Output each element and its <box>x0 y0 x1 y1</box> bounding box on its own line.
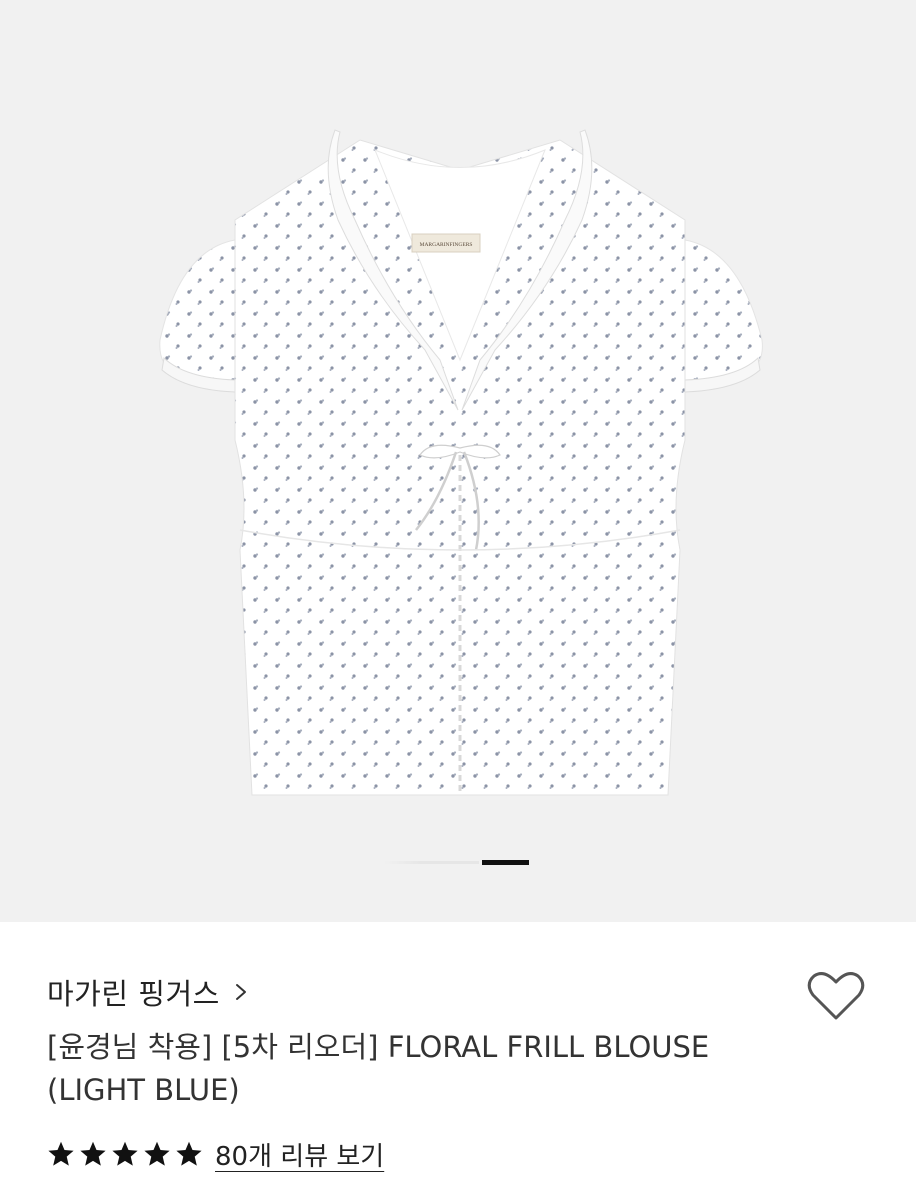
product-title: [윤경님 착용] [5차 리오더] FLORAL FRILL BLOUSE (L… <box>47 1030 710 1107</box>
review-link[interactable]: 80개 리뷰 보기 <box>215 1136 384 1173</box>
product-info: 마가린 핑거스 [윤경님 착용] [5차 리오더] FLORAL FRILL B… <box>0 922 916 1200</box>
rating-row: 80개 리뷰 보기 <box>47 1134 384 1174</box>
indicator-active-segment <box>482 860 529 865</box>
product-detail-page: MARGARINFINGERS 마가린 핑거스 [윤경님 착용] [5차 리오더… <box>0 0 916 1200</box>
star-filled-icon <box>144 1141 170 1166</box>
carousel-indicator[interactable] <box>384 860 529 865</box>
product-image: MARGARINFINGERS <box>159 129 763 796</box>
indicator-track <box>384 861 479 864</box>
chevron-right-icon <box>235 984 246 1000</box>
product-image-carousel[interactable]: MARGARINFINGERS <box>0 0 916 922</box>
star-filled-icon <box>112 1141 138 1166</box>
brand-name: 마가린 핑거스 <box>47 977 220 1011</box>
star-rating <box>47 1140 203 1168</box>
star-filled-icon <box>48 1141 74 1166</box>
star-filled-icon <box>80 1141 106 1166</box>
star-filled-icon <box>176 1141 202 1166</box>
brand-link[interactable]: 마가린 핑거스 <box>47 972 248 1012</box>
heart-outline-icon[interactable] <box>807 970 865 1022</box>
brand-label-text: MARGARINFINGERS <box>420 242 473 248</box>
